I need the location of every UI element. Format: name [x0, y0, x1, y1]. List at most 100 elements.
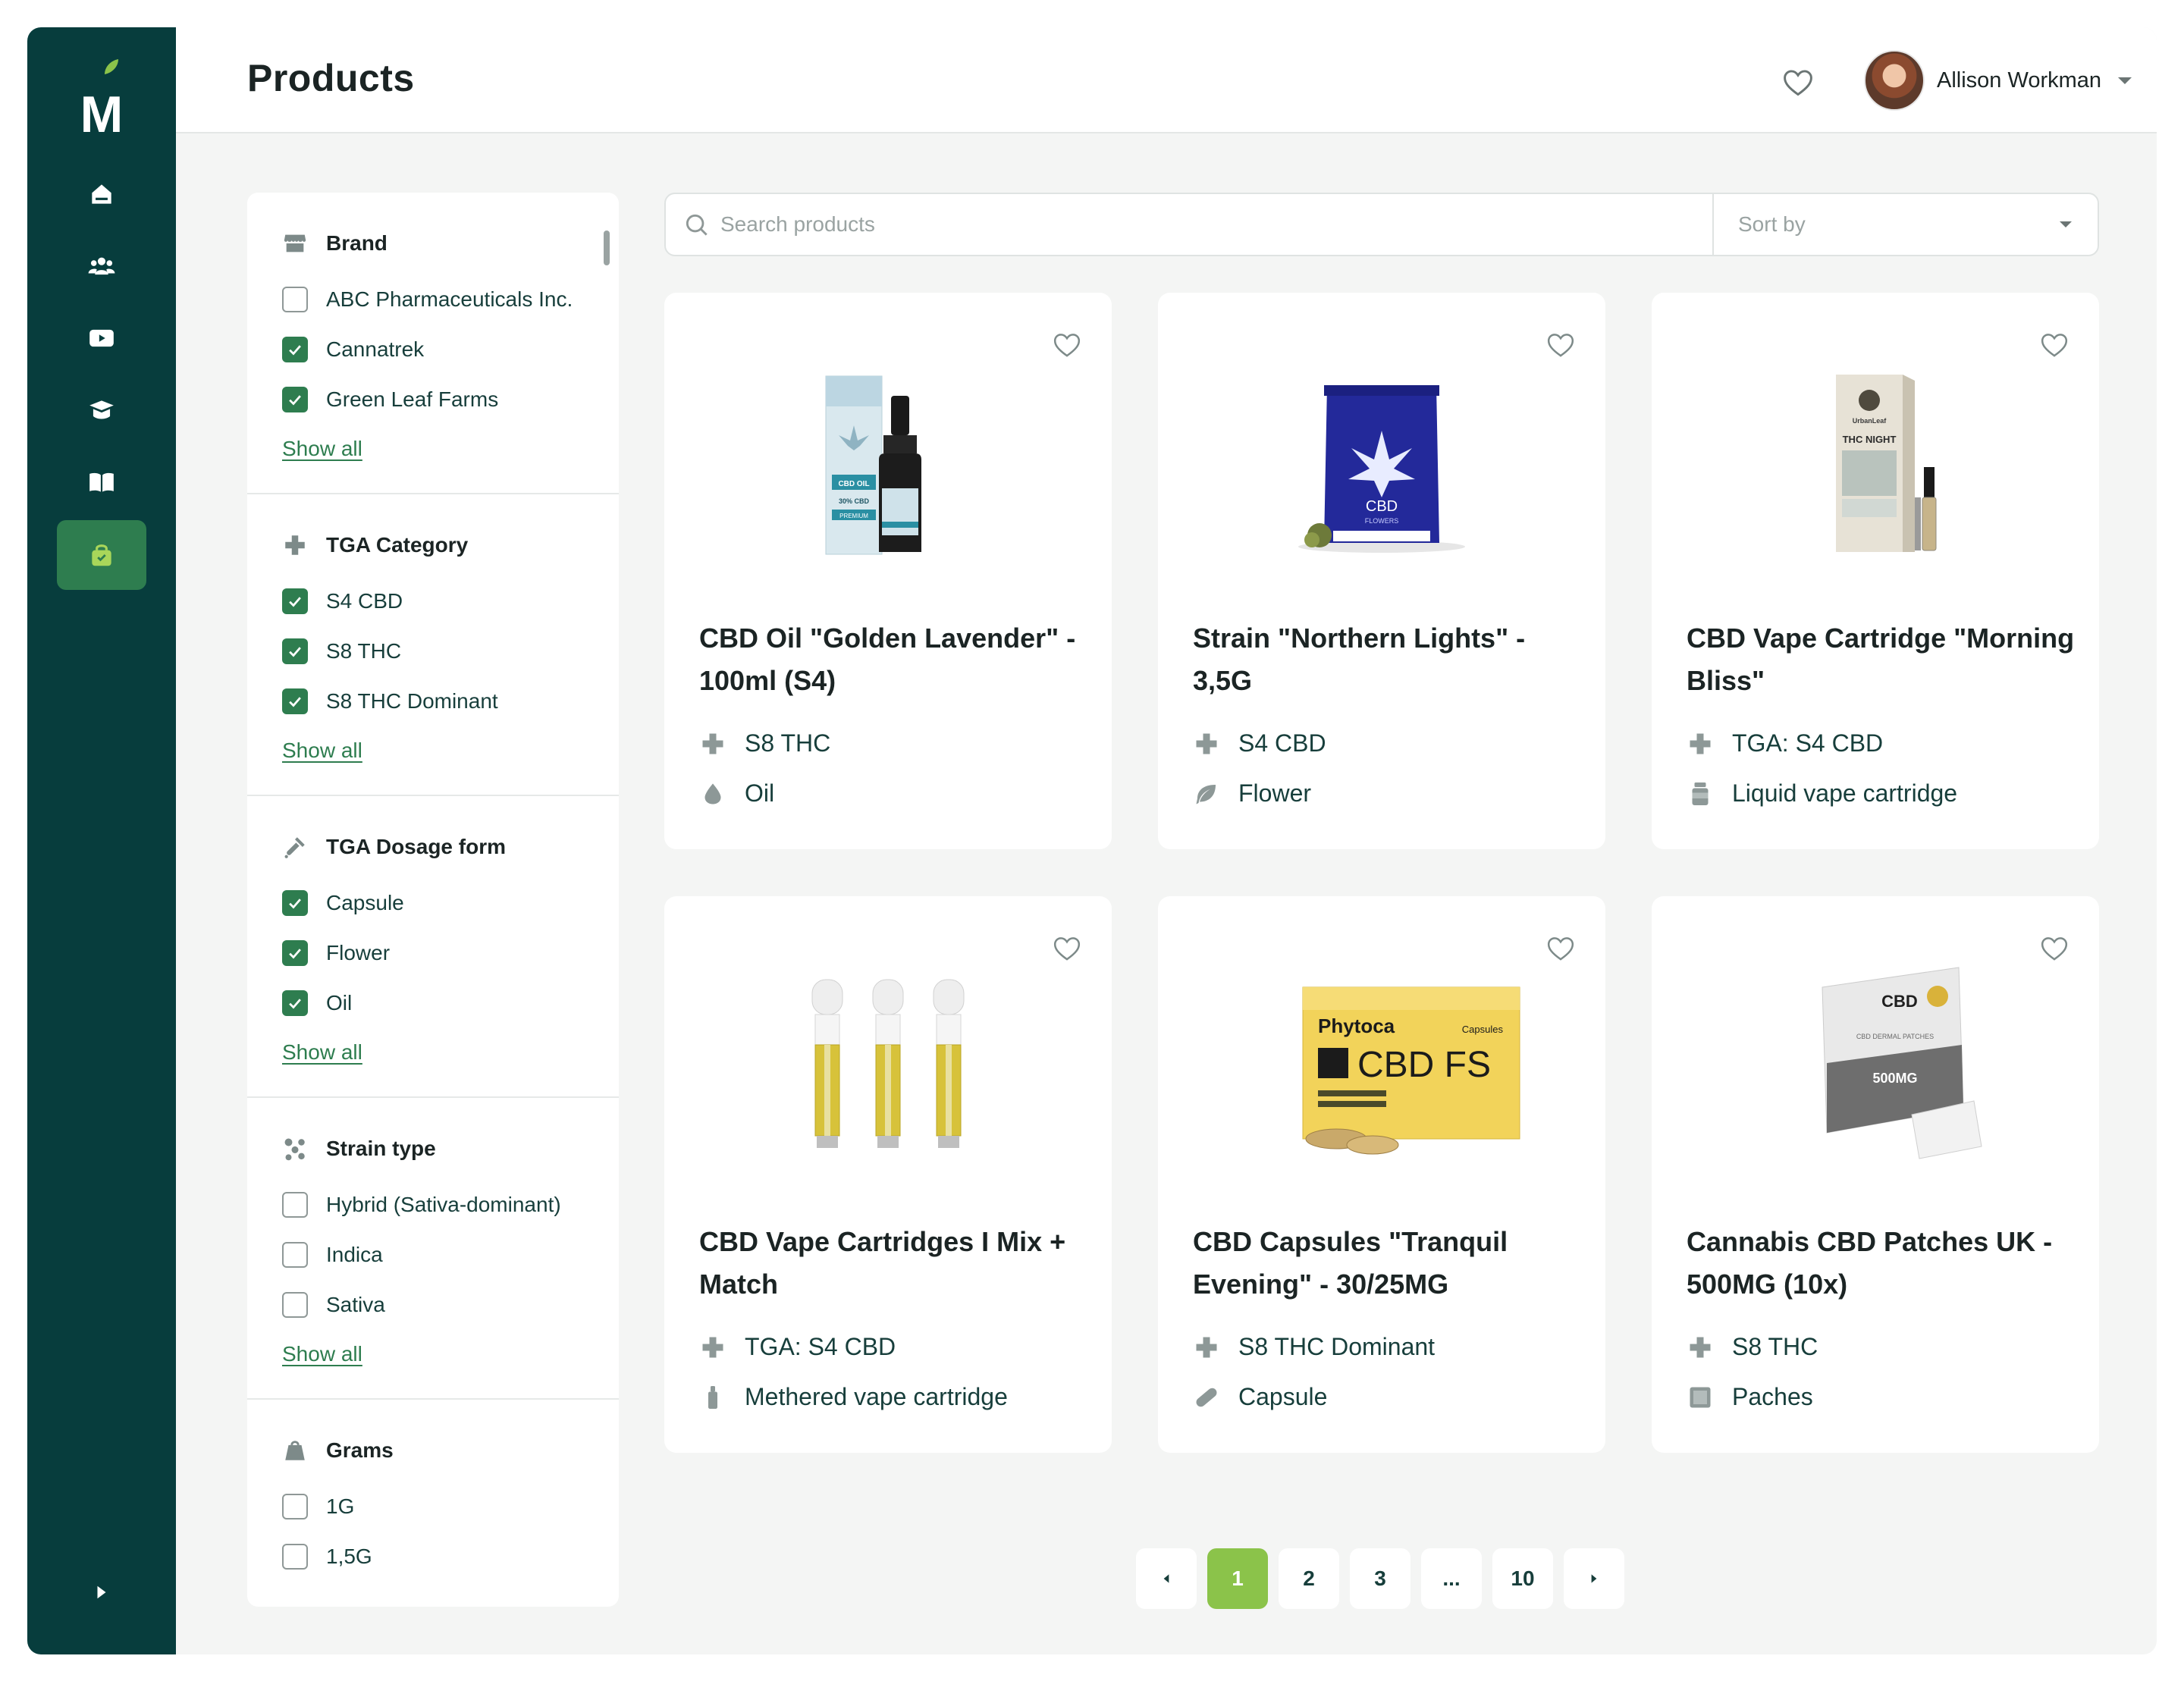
page-button[interactable]: 2 [1279, 1548, 1339, 1609]
app-logo[interactable]: M [55, 55, 149, 143]
home-icon [92, 184, 111, 204]
filter-option-label: S4 CBD [326, 589, 403, 613]
product-label-text: FLOWERS [1365, 517, 1399, 525]
avatar[interactable] [1864, 50, 1925, 111]
product-card[interactable]: CBD FLOWERS Strain "Northern Lights" - 3… [1158, 293, 1605, 849]
favorite-button[interactable] [1048, 326, 1086, 364]
filter-option[interactable]: Oil [282, 990, 352, 1016]
next-page-button[interactable] [1564, 1548, 1624, 1609]
molecule-icon [284, 1138, 305, 1161]
filter-option[interactable]: Indica [282, 1242, 383, 1268]
show-all-link[interactable]: Show all [282, 1342, 362, 1366]
product-card[interactable]: CBD OIL 30% CBD PREMIUM CBD Oil "Golden … [664, 293, 1112, 849]
filter-option[interactable]: 1,5G [282, 1544, 372, 1570]
product-image: CBD FLOWERS [1298, 385, 1465, 553]
chevron-down-icon [2060, 221, 2072, 227]
page-button[interactable]: 3 [1350, 1548, 1410, 1609]
product-image: CBD CBD DERMAL PATCHES 500MG [1822, 967, 1982, 1159]
patch-icon [1690, 1387, 1711, 1407]
product-form-label: Capsule [1238, 1383, 1328, 1410]
filter-option[interactable]: 1G [282, 1494, 354, 1519]
shopping-bag-icon [92, 544, 111, 566]
sidebar-item-community[interactable] [57, 231, 146, 301]
medical-cross-icon [1196, 733, 1217, 754]
checkbox[interactable] [282, 1494, 308, 1519]
sidebar-item-videos[interactable] [57, 303, 146, 373]
check-icon [289, 899, 301, 909]
user-menu[interactable]: Allison Workman [1864, 49, 2132, 112]
filter-option[interactable]: ABC Pharmaceuticals Inc. [282, 287, 573, 312]
sidebar-item-products[interactable] [57, 520, 146, 590]
product-label-text: PREMIUM [839, 513, 868, 519]
favorite-button[interactable] [2035, 326, 2073, 364]
search-input[interactable] [720, 203, 1706, 246]
checkbox[interactable] [282, 387, 308, 412]
checkbox[interactable] [282, 990, 308, 1016]
checkbox[interactable] [282, 940, 308, 966]
product-form-label: Flower [1238, 779, 1312, 807]
favorite-button[interactable] [1542, 326, 1580, 364]
check-icon [289, 697, 301, 707]
checkbox[interactable] [282, 337, 308, 362]
product-label-text: CBD DERMAL PATCHES [1856, 1033, 1934, 1040]
checkbox[interactable] [282, 638, 308, 664]
product-card[interactable]: CBD CBD DERMAL PATCHES 500MG Cannabis CB… [1652, 896, 2099, 1453]
filter-option[interactable]: S8 THC [282, 638, 401, 664]
favorites-button[interactable] [1776, 61, 1820, 105]
chevron-right-icon [97, 1585, 106, 1599]
show-all-link[interactable]: Show all [282, 739, 362, 763]
product-card[interactable]: UrbanLeaf THC NIGHT CBD Vape Cartridge "… [1652, 293, 2099, 849]
checkbox[interactable] [282, 890, 308, 916]
filter-option[interactable]: S4 CBD [282, 588, 403, 614]
favorite-button[interactable] [1542, 930, 1580, 968]
store-icon [284, 234, 306, 252]
filter-option[interactable]: Green Leaf Farms [282, 387, 498, 412]
product-category: S8 THC Dominant [1193, 1333, 1435, 1361]
filter-option[interactable]: Cannatrek [282, 337, 424, 362]
checkbox[interactable] [282, 688, 308, 714]
prev-page-button[interactable] [1136, 1548, 1197, 1609]
checkbox[interactable] [282, 588, 308, 614]
checkbox[interactable] [282, 1192, 308, 1218]
logo-letter: M [80, 86, 124, 138]
checkbox[interactable] [282, 1242, 308, 1268]
filter-option[interactable]: Capsule [282, 890, 404, 916]
filter-option[interactable]: Flower [282, 940, 390, 966]
product-card[interactable]: Phytoca Capsules CBD FS CBD Capsules "Tr… [1158, 896, 1605, 1453]
product-label-text: CBD FS [1357, 1045, 1491, 1085]
product-category: S8 THC [1687, 1333, 1818, 1361]
favorite-button[interactable] [1048, 930, 1086, 968]
product-label-text: 30% CBD [839, 497, 870, 505]
heart-icon [1547, 937, 1574, 961]
product-label-text: Capsules [1462, 1024, 1504, 1035]
product-form-label: Paches [1732, 1383, 1813, 1410]
product-image: CBD OIL 30% CBD PREMIUM [825, 375, 921, 555]
checkbox[interactable] [282, 1544, 308, 1570]
product-category-label: TGA: S4 CBD [745, 1333, 896, 1360]
page-button-current[interactable]: 1 [1207, 1548, 1268, 1609]
product-card[interactable]: CBD Vape Cartridges I Mix + Match TGA: S… [664, 896, 1112, 1453]
product-category: S8 THC [699, 729, 830, 757]
sidebar-item-home[interactable] [57, 159, 146, 229]
product-image: Phytoca Capsules CBD FS [1302, 986, 1520, 1155]
sidebar-expand-button[interactable] [80, 1571, 123, 1614]
checkbox[interactable] [282, 1292, 308, 1318]
show-all-link[interactable]: Show all [282, 437, 362, 461]
favorite-button[interactable] [2035, 930, 2073, 968]
filter-option[interactable]: Hybrid (Sativa-dominant) [282, 1192, 561, 1218]
checkbox[interactable] [282, 287, 308, 312]
product-form-label: Methered vape cartridge [745, 1383, 1008, 1410]
product-category-label: S4 CBD [1238, 729, 1326, 757]
sidebar-item-education[interactable] [57, 375, 146, 445]
page-button[interactable]: 10 [1492, 1548, 1553, 1609]
medical-cross-icon [285, 535, 305, 555]
filters-scrollbar[interactable] [604, 231, 610, 265]
sort-select[interactable]: Sort by [1714, 194, 2098, 255]
filter-option-label: Cannatrek [326, 337, 425, 361]
filter-option[interactable]: Sativa [282, 1292, 385, 1318]
filter-option[interactable]: S8 THC Dominant [282, 688, 498, 714]
sidebar-item-library[interactable] [57, 447, 146, 517]
filter-option-label: 1G [326, 1494, 355, 1518]
filter-option-label: ABC Pharmaceuticals Inc. [326, 287, 573, 311]
show-all-link[interactable]: Show all [282, 1040, 362, 1065]
